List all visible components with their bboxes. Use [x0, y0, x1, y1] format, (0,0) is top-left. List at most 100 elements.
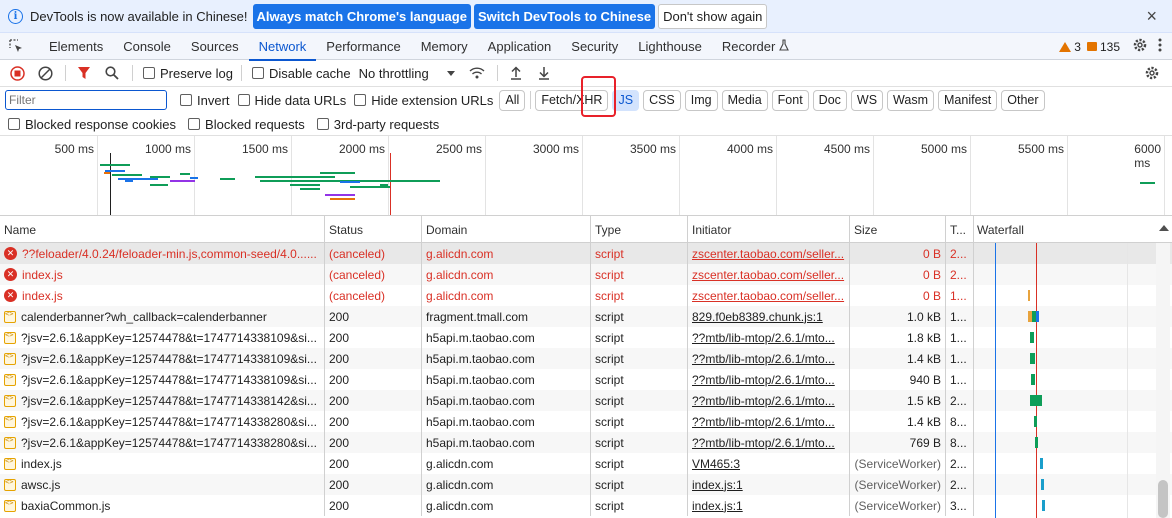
more-options-icon[interactable] [1158, 38, 1162, 55]
tab-sources[interactable]: Sources [181, 33, 249, 60]
column-header-name[interactable]: Name [0, 216, 325, 243]
tab-console[interactable]: Console [113, 33, 181, 60]
overview-request-bar [340, 181, 360, 183]
script-file-icon [4, 352, 16, 365]
dont-show-again-button[interactable]: Don't show again [658, 3, 768, 29]
initiator-link[interactable]: VM465:3 [692, 457, 740, 471]
scrollbar-thumb[interactable] [1158, 480, 1168, 518]
tab-performance[interactable]: Performance [316, 33, 410, 60]
overview-request-bar [330, 198, 355, 200]
table-row[interactable]: awsc.js200g.alicdn.comscript index.js:1 (S… [0, 474, 1172, 495]
filter-chip-media[interactable]: Media [721, 89, 768, 111]
table-row[interactable]: calenderbanner?wh_callback=calenderbanne… [0, 306, 1172, 327]
filter-chip-manifest[interactable]: Manifest [938, 89, 998, 111]
initiator-link[interactable]: ??mtb/lib-mtop/2.6.1/mto... [692, 352, 835, 366]
table-row[interactable]: ?jsv=2.6.1&appKey=12574478&t=17477143381… [0, 327, 1172, 348]
initiator-link[interactable]: index.js:1 [692, 478, 743, 492]
initiator-link[interactable]: ??mtb/lib-mtop/2.6.1/mto... [692, 331, 835, 345]
time-cell: 2... [946, 390, 974, 411]
filter-chip-ws[interactable]: WS [850, 89, 884, 111]
overview-request-bar [118, 178, 158, 180]
network-overview-timeline[interactable]: 500 ms 1000 ms 1500 ms 2000 ms 2500 ms 3000 m… [0, 136, 1172, 216]
column-header-status[interactable]: Status [325, 216, 422, 243]
filter-chip-css[interactable]: CSS [643, 89, 681, 111]
initiator-link[interactable]: index.js:1 [692, 499, 743, 513]
domain-cell: h5api.m.taobao.com [422, 390, 591, 411]
export-har-icon[interactable] [536, 65, 552, 81]
table-row[interactable]: ?jsv=2.6.1&appKey=12574478&t=17477143382… [0, 411, 1172, 432]
filter-chip-all[interactable]: All [499, 89, 526, 111]
domain-cell: h5api.m.taobao.com [422, 369, 591, 390]
tab-memory[interactable]: Memory [411, 33, 478, 60]
filter-funnel-icon[interactable] [76, 65, 92, 81]
initiator-link[interactable]: zscenter.taobao.com/seller... [692, 247, 844, 261]
initiator-link[interactable]: zscenter.taobao.com/seller... [692, 268, 844, 282]
filter-chip-img[interactable]: Img [684, 89, 718, 111]
search-icon[interactable] [104, 65, 120, 81]
filter-chip-other[interactable]: Other [1001, 89, 1045, 111]
preserve-log-checkbox[interactable] [143, 67, 155, 79]
table-row[interactable]: ?jsv=2.6.1&appKey=12574478&t=17477143382… [0, 432, 1172, 453]
initiator-link[interactable]: ??mtb/lib-mtop/2.6.1/mto... [692, 394, 835, 408]
table-row[interactable]: ?jsv=2.6.1&appKey=12574478&t=17477143381… [0, 369, 1172, 390]
column-header-waterfall[interactable]: Waterfall [974, 216, 1164, 243]
filter-chip-wasm[interactable]: Wasm [887, 89, 934, 111]
close-icon[interactable]: × [1146, 6, 1157, 27]
initiator-link[interactable]: zscenter.taobao.com/seller... [692, 289, 844, 303]
always-match-language-button[interactable]: Always match Chrome's language [252, 3, 471, 29]
warnings-counter[interactable]: 3 [1059, 40, 1081, 54]
filter-chip-doc[interactable]: Doc [812, 89, 847, 111]
column-header-type[interactable]: Type [591, 216, 688, 243]
initiator-link[interactable]: ??mtb/lib-mtop/2.6.1/mto... [692, 373, 835, 387]
tab-network[interactable]: Network [248, 33, 317, 61]
third-party-requests-checkbox[interactable] [316, 118, 329, 130]
tab-application[interactable]: Application [478, 33, 562, 60]
inspect-element-icon[interactable] [9, 39, 23, 53]
throttling-select[interactable]: No throttling [359, 66, 455, 81]
initiator-link[interactable]: ??mtb/lib-mtop/2.6.1/mto... [692, 436, 835, 450]
hide-data-urls-checkbox[interactable] [237, 94, 250, 106]
column-header-size[interactable]: Size [850, 216, 946, 243]
overview-grid-line [679, 136, 680, 215]
settings-gear-icon[interactable] [1132, 37, 1148, 56]
initiator-link[interactable]: ??mtb/lib-mtop/2.6.1/mto... [692, 415, 835, 429]
disable-cache-checkbox[interactable] [251, 67, 264, 79]
tab-security[interactable]: Security [561, 33, 628, 60]
table-row[interactable]: baxiaCommon.js200g.alicdn.comscript index… [0, 495, 1172, 516]
messages-counter[interactable]: 135 [1086, 40, 1120, 54]
initiator-cell: ??mtb/lib-mtop/2.6.1/mto... [688, 327, 850, 348]
overview-tick-label: 4500 ms [823, 142, 870, 156]
clear-icon[interactable] [37, 65, 53, 81]
switch-to-chinese-button[interactable]: Switch DevTools to Chinese [473, 3, 656, 29]
table-row[interactable]: ✕ index.js (canceled) g.alicdn.com script zsc… [0, 264, 1172, 285]
blocked-response-cookies-checkbox[interactable] [8, 118, 20, 130]
time-cell: 2... [946, 453, 974, 474]
table-row[interactable]: ?jsv=2.6.1&appKey=12574478&t=17477143381… [0, 390, 1172, 411]
hide-extension-urls-checkbox[interactable] [354, 94, 367, 106]
overview-request-bar [180, 173, 190, 175]
scroll-up-arrow-icon[interactable] [1159, 225, 1169, 231]
blocked-requests-checkbox[interactable] [188, 118, 201, 130]
table-row[interactable]: ?jsv=2.6.1&appKey=12574478&t=17477143381… [0, 348, 1172, 369]
column-header-domain[interactable]: Domain [422, 216, 591, 243]
table-scrollbar-track[interactable] [1156, 243, 1170, 518]
initiator-link[interactable]: 829.f0eb8389.chunk.js:1 [692, 310, 823, 324]
tab-lighthouse[interactable]: Lighthouse [628, 33, 712, 60]
tab-recorder[interactable]: Recorder [712, 33, 799, 60]
filter-input[interactable]: Filter [5, 90, 167, 110]
import-har-icon[interactable] [508, 65, 524, 81]
network-settings-gear-icon[interactable] [1144, 65, 1160, 84]
column-header-initiator[interactable]: Initiator [688, 216, 850, 243]
type-cell: script [591, 285, 688, 306]
domain-cell: g.alicdn.com [422, 453, 591, 474]
column-header-time[interactable]: T... [946, 216, 974, 243]
filter-chip-font[interactable]: Font [771, 89, 809, 111]
table-row[interactable]: index.js200g.alicdn.comscript VM465:3 (Ser… [0, 453, 1172, 474]
table-row[interactable]: ✕ ??feloader/4.0.24/feloader-min.js,commo… [0, 243, 1172, 264]
invert-checkbox[interactable] [180, 94, 192, 106]
tab-elements[interactable]: Elements [39, 33, 113, 60]
table-row[interactable]: ✕ index.js (canceled) g.alicdn.com script zsc… [0, 285, 1172, 306]
network-conditions-icon[interactable] [469, 65, 485, 81]
filter-chip-js[interactable]: JS [612, 89, 640, 111]
record-stop-icon[interactable] [9, 65, 25, 81]
